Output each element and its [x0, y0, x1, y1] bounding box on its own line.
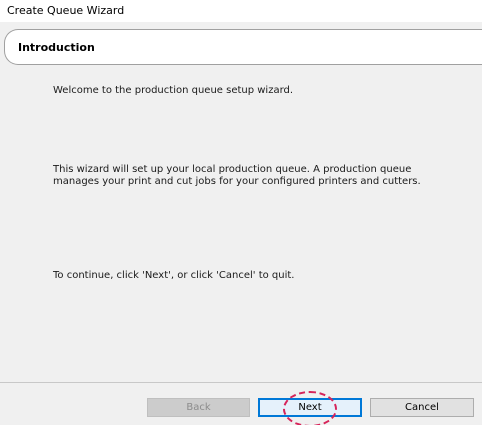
instruction-text: To continue, click 'Next', or click 'Can… — [53, 270, 295, 281]
button-bar: Back Next Cancel — [0, 382, 482, 425]
header-box: Introduction — [4, 29, 482, 65]
window-title: Create Queue Wizard — [7, 4, 125, 17]
wizard-header: Introduction — [0, 22, 482, 72]
create-queue-wizard-window: Create Queue Wizard Introduction Welcome… — [0, 0, 482, 425]
page-title: Introduction — [18, 41, 95, 54]
back-button[interactable]: Back — [147, 398, 250, 417]
wizard-content: Welcome to the production queue setup wi… — [0, 72, 482, 379]
title-bar: Create Queue Wizard — [0, 0, 482, 22]
next-button[interactable]: Next — [258, 398, 362, 417]
cancel-button[interactable]: Cancel — [370, 398, 474, 417]
welcome-text: Welcome to the production queue setup wi… — [53, 85, 294, 96]
description-text: This wizard will set up your local produ… — [53, 164, 421, 187]
